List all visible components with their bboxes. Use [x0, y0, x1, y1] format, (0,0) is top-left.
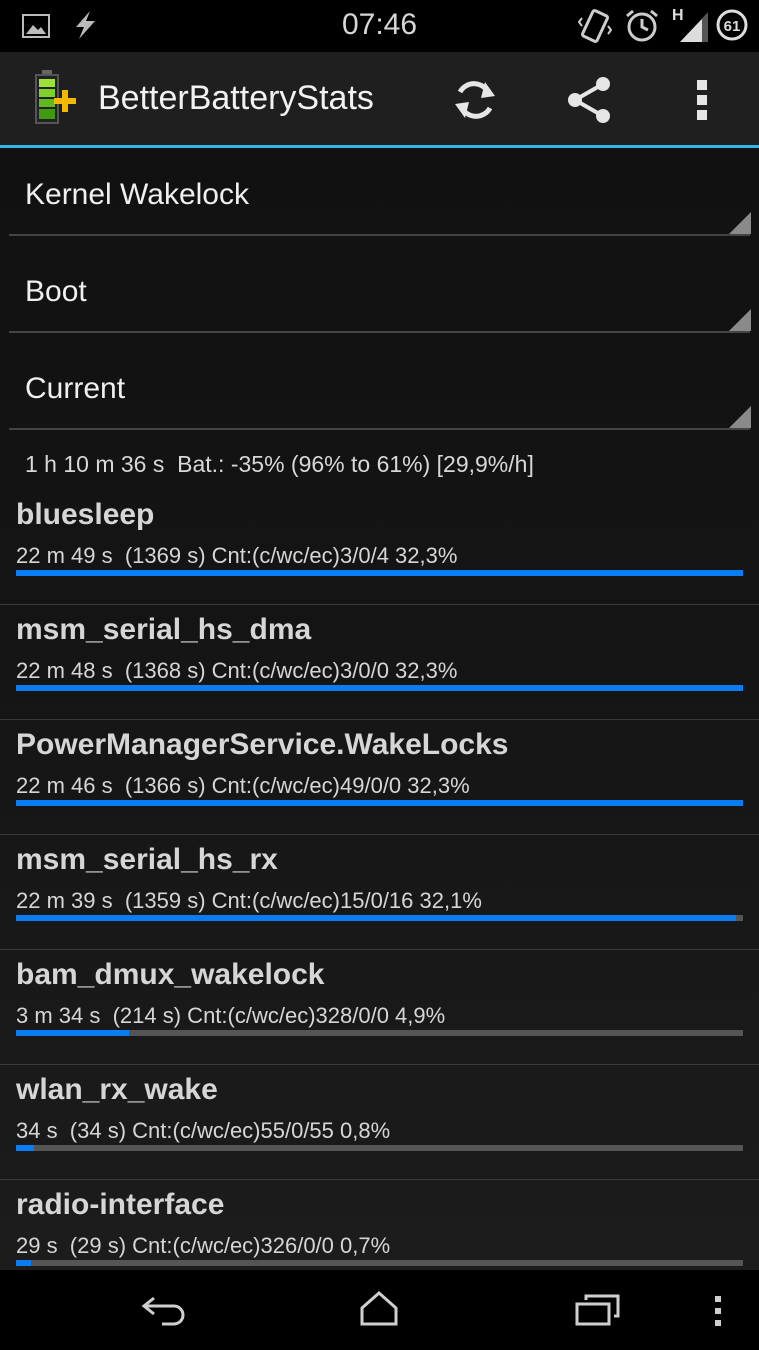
to-reference-spinner[interactable]: Current	[9, 342, 751, 430]
wakelock-progress-fill	[16, 1260, 32, 1266]
wakelock-progress-bar	[16, 800, 743, 806]
wakelock-progress-fill	[16, 685, 743, 691]
wakelock-progress-fill	[16, 800, 743, 806]
recents-icon[interactable]	[574, 1294, 622, 1328]
wakelock-detail: 22 m 39 s (1359 s) Cnt:(c/wc/ec)15/0/16 …	[16, 888, 482, 913]
wakelock-progress-bar	[16, 685, 743, 691]
battery-summary: 1 h 10 m 36 s Bat.: -35% (96% to 61%) [2…	[25, 451, 534, 477]
home-icon[interactable]	[358, 1290, 400, 1328]
wakelock-progress-fill	[16, 915, 736, 921]
refresh-icon[interactable]	[451, 76, 499, 124]
overflow-menu-icon[interactable]	[694, 78, 710, 122]
wakelock-name: PowerManagerService.WakeLocks	[16, 728, 509, 761]
wakelock-row[interactable]: bam_dmux_wakelock 3 m 34 s (214 s) Cnt:(c…	[0, 950, 759, 1065]
wakelock-detail: 22 m 48 s (1368 s) Cnt:(c/wc/ec)3/0/0 32…	[16, 658, 458, 683]
wakelock-name: bluesleep	[16, 498, 155, 531]
svg-text:H: H	[672, 7, 684, 24]
wakelock-row[interactable]: bluesleep 22 m 49 s (1369 s) Cnt:(c/wc/ec…	[0, 490, 759, 605]
wakelock-row[interactable]: PowerManagerService.WakeLocks 22 m 46 s (…	[0, 720, 759, 835]
navigation-bar	[0, 1270, 759, 1350]
back-icon[interactable]	[140, 1294, 188, 1326]
app-battery-icon[interactable]	[32, 70, 80, 126]
wakelock-progress-fill	[16, 570, 743, 576]
wakelock-name: msm_serial_hs_dma	[16, 613, 312, 646]
alarm-icon	[626, 9, 658, 42]
stat-type-value: Kernel Wakelock	[25, 178, 249, 211]
wakelock-detail: 34 s (34 s) Cnt:(c/wc/ec)55/0/55 0,8%	[16, 1118, 391, 1143]
wakelock-progress-bar	[16, 1145, 743, 1151]
dropdown-corner-icon	[729, 309, 751, 331]
from-reference-spinner[interactable]: Boot	[9, 245, 751, 333]
wakelock-name: wlan_rx_wake	[16, 1073, 218, 1106]
wakelock-detail: 29 s (29 s) Cnt:(c/wc/ec)326/0/0 0,7%	[16, 1233, 391, 1258]
wakelock-progress-fill	[16, 1145, 35, 1151]
wakelock-progress-bar	[16, 570, 743, 576]
share-icon[interactable]	[565, 76, 613, 124]
dropdown-corner-icon	[729, 406, 751, 428]
wakelock-detail: 22 m 46 s (1366 s) Cnt:(c/wc/ec)49/0/0 3…	[16, 773, 470, 798]
app-title: BetterBatteryStats	[98, 79, 374, 117]
wakelock-detail: 22 m 49 s (1369 s) Cnt:(c/wc/ec)3/0/4 32…	[16, 543, 458, 568]
wakelock-progress-bar	[16, 915, 743, 921]
wakelock-row[interactable]: wlan_rx_wake 34 s (34 s) Cnt:(c/wc/ec)55/…	[0, 1065, 759, 1180]
wakelock-row[interactable]: radio-interface 29 s (29 s) Cnt:(c/wc/ec)…	[0, 1180, 759, 1270]
wakelock-row[interactable]: msm_serial_hs_rx 22 m 39 s (1359 s) Cnt:(…	[0, 835, 759, 950]
svg-text:61: 61	[724, 18, 741, 35]
wakelock-name: msm_serial_hs_rx	[16, 843, 278, 876]
main-content: Kernel Wakelock Boot Current 1 h 10 m 36…	[0, 148, 759, 1270]
menu-icon[interactable]	[712, 1294, 724, 1328]
dropdown-corner-icon	[729, 212, 751, 234]
wakelock-name: bam_dmux_wakelock	[16, 958, 325, 991]
wakelock-row[interactable]: msm_serial_hs_dma 22 m 48 s (1368 s) Cnt:…	[0, 605, 759, 720]
status-bar: 07:46 H 61	[0, 0, 759, 52]
wakelock-detail: 3 m 34 s (214 s) Cnt:(c/wc/ec)328/0/0 4,…	[16, 1003, 446, 1028]
from-reference-value: Boot	[25, 275, 87, 308]
stat-type-spinner[interactable]: Kernel Wakelock	[9, 148, 751, 236]
wakelock-progress-bar	[16, 1030, 743, 1036]
battery-icon: 61	[716, 9, 748, 41]
wakelock-progress-bar	[16, 1260, 743, 1266]
wakelock-name: radio-interface	[16, 1188, 225, 1221]
to-reference-value: Current	[25, 372, 126, 405]
action-bar: BetterBatteryStats	[0, 52, 759, 145]
signal-icon: H	[672, 7, 708, 42]
vibrate-icon	[578, 9, 612, 43]
wakelock-progress-fill	[16, 1030, 130, 1036]
